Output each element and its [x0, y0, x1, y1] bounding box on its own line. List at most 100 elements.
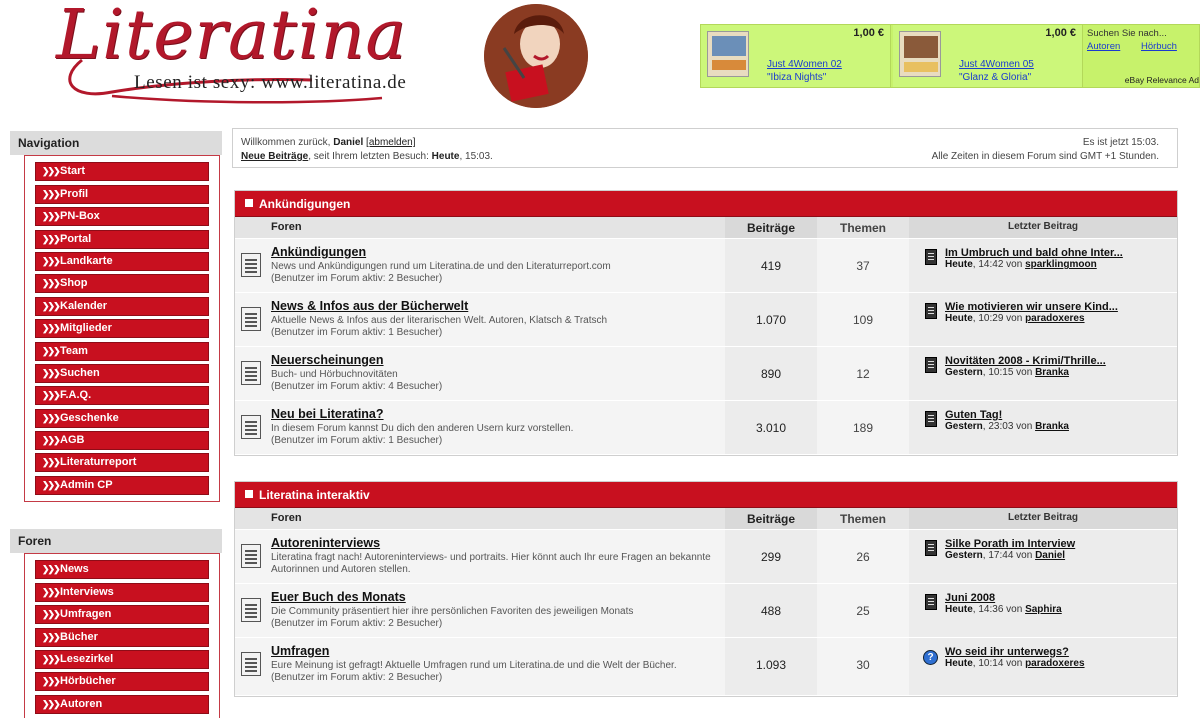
last-post-user-link[interactable]: paradoxeres — [1025, 658, 1084, 669]
chevron-right-icon: ❯❯❯ — [42, 211, 61, 222]
welcome-line: Willkommen zurück, Daniel [abmelden] — [241, 137, 416, 148]
forum-posts-count: 1.093 — [725, 638, 817, 695]
forum-title-link[interactable]: Neu bei Literatina? — [271, 407, 725, 421]
forum-title-link[interactable]: Euer Buch des Monats — [271, 590, 725, 604]
ad-title-link[interactable]: Just 4Women 02 — [767, 59, 842, 70]
last-post-user-link[interactable]: Branka — [1035, 421, 1069, 432]
chevron-right-icon: ❯❯❯ — [42, 255, 61, 266]
forum-threads-count: 26 — [817, 530, 909, 583]
last-post-link[interactable]: Novitäten 2008 - Krimi/Thrille... — [945, 355, 1177, 367]
foren-item-buecher[interactable]: ❯❯❯Bücher — [35, 627, 209, 647]
nav-item-literaturreport[interactable]: ❯❯❯Literaturreport — [35, 453, 209, 473]
col-last-post: Letzter Beitrag — [909, 217, 1177, 238]
nav-item-team[interactable]: ❯❯❯Team — [35, 341, 209, 361]
last-post-user-link[interactable]: sparklingmoon — [1025, 259, 1097, 270]
nav-item-mitglieder[interactable]: ❯❯❯Mitglieder — [35, 319, 209, 339]
col-posts: Beiträge — [725, 508, 817, 529]
ad-item[interactable]: 1,00 € Just 4Women 05 "Glanz & Gloria" — [893, 25, 1083, 87]
last-post-user-link[interactable]: Daniel — [1035, 550, 1065, 561]
foren-item-umfragen[interactable]: ❯❯❯Umfragen — [35, 605, 209, 625]
last-post-link[interactable]: Im Umbruch und bald ohne Inter... — [945, 247, 1177, 259]
nav-item-pn-box[interactable]: ❯❯❯PN-Box — [35, 207, 209, 227]
collapse-icon[interactable] — [245, 199, 253, 207]
column-headers: Foren Beiträge Themen Letzter Beitrag — [235, 508, 1177, 530]
nav-item-admin-cp[interactable]: ❯❯❯Admin CP — [35, 475, 209, 495]
last-post-user-link[interactable]: Branka — [1035, 367, 1069, 378]
nav-item-label: Portal — [60, 232, 92, 245]
nav-item-faq[interactable]: ❯❯❯F.A.Q. — [35, 386, 209, 406]
forum-threads-count: 12 — [817, 347, 909, 400]
forum-section-ankuendigungen: Ankündigungen Foren Beiträge Themen Letz… — [234, 190, 1178, 456]
ad-title-link[interactable]: Just 4Women 05 — [959, 59, 1034, 70]
nav-item-label: F.A.Q. — [60, 389, 92, 402]
nav-item-portal[interactable]: ❯❯❯Portal — [35, 229, 209, 249]
nav-item-shop[interactable]: ❯❯❯Shop — [35, 274, 209, 294]
current-time: Es ist jetzt 15:03. — [1082, 137, 1159, 148]
nav-item-label: Literaturreport — [60, 456, 137, 469]
forum-status-icon — [241, 415, 261, 439]
foren-item-hoerbuecher[interactable]: ❯❯❯Hörbücher — [35, 672, 209, 692]
ad-search-link-hoerbuch[interactable]: Hörbuch — [1141, 41, 1177, 52]
last-post-meta: Heute, 10:14 von paradoxeres — [945, 658, 1085, 669]
header: Literatina Lesen ist sexy: www.literatin… — [0, 0, 1200, 110]
forum-visitors: (Benutzer im Forum aktiv: 1 Besucher) — [271, 435, 443, 446]
nav-item-label: Kalender — [60, 299, 108, 312]
last-post-link[interactable]: Silke Porath im Interview — [945, 538, 1177, 550]
nav-item-label: Team — [60, 344, 88, 357]
forum-title-link[interactable]: Neuerscheinungen — [271, 353, 725, 367]
section-header[interactable]: Ankündigungen — [235, 191, 1177, 217]
col-forum: Foren — [235, 217, 725, 238]
last-post-link[interactable]: Guten Tag! — [945, 409, 1177, 421]
nav-item-start[interactable]: ❯❯❯Start — [35, 162, 209, 182]
nav-item-suchen[interactable]: ❯❯❯Suchen — [35, 363, 209, 383]
section-header[interactable]: Literatina interaktiv — [235, 482, 1177, 508]
nav-item-label: Suchen — [60, 366, 100, 379]
forum-title-link[interactable]: News & Infos aus der Bücherwelt — [271, 299, 725, 313]
new-posts-line: Neue Beiträge, seit Ihrem letzten Besuch… — [241, 151, 493, 162]
forum-visitors: (Benutzer im Forum aktiv: 1 Besucher) — [271, 327, 443, 338]
section-title: Ankündigungen — [259, 197, 351, 211]
last-post-link[interactable]: Wie motivieren wir unsere Kind... — [945, 301, 1177, 313]
nav-item-landkarte[interactable]: ❯❯❯Landkarte — [35, 251, 209, 271]
ad-thumbnail[interactable] — [899, 31, 941, 77]
foren-item-lesezirkel[interactable]: ❯❯❯Lesezirkel — [35, 649, 209, 669]
last-post-user-link[interactable]: paradoxeres — [1025, 313, 1084, 324]
ad-subtitle[interactable]: "Glanz & Gloria" — [959, 72, 1031, 83]
ad-price: 1,00 € — [1045, 27, 1076, 39]
forum-threads-count: 30 — [817, 638, 909, 695]
forum-status-icon — [241, 544, 261, 568]
chevron-right-icon: ❯❯❯ — [42, 676, 61, 687]
col-threads: Themen — [817, 508, 909, 529]
ad-item[interactable]: 1,00 € Just 4Women 02 "Ibiza Nights" — [701, 25, 891, 87]
forum-title-link[interactable]: Autoreninterviews — [271, 536, 725, 550]
forum-description: News und Ankündigungen rund um Literatin… — [271, 261, 611, 272]
nav-item-geschenke[interactable]: ❯❯❯Geschenke — [35, 408, 209, 428]
last-post-link[interactable]: Wo seid ihr unterwegs? — [945, 646, 1177, 658]
site-logo[interactable]: Literatina Lesen ist sexy: www.literatin… — [52, 0, 588, 108]
nav-item-agb[interactable]: ❯❯❯AGB — [35, 431, 209, 451]
last-post-user-link[interactable]: Saphira — [1025, 604, 1062, 615]
nav-item-label: Start — [60, 165, 86, 178]
forum-visitors: (Benutzer im Forum aktiv: 4 Besucher) — [271, 381, 443, 392]
navigation-heading: Navigation — [10, 131, 222, 155]
logout-link[interactable]: [abmelden] — [366, 137, 415, 148]
last-post-link[interactable]: Juni 2008 — [945, 592, 1177, 604]
ad-price: 1,00 € — [853, 27, 884, 39]
foren-item-autoren[interactable]: ❯❯❯Autoren — [35, 694, 209, 714]
ad-search-link-autoren[interactable]: Autoren — [1087, 41, 1120, 52]
poll-icon: ? — [923, 650, 938, 665]
new-posts-link[interactable]: Neue Beiträge — [241, 151, 308, 162]
foren-item-news[interactable]: ❯❯❯News — [35, 560, 209, 580]
nav-item-label: PN-Box — [60, 210, 100, 223]
post-icon — [925, 411, 937, 427]
foren-item-interviews[interactable]: ❯❯❯Interviews — [35, 582, 209, 602]
ad-subtitle[interactable]: "Ibiza Nights" — [767, 72, 826, 83]
forum-title-link[interactable]: Ankündigungen — [271, 245, 725, 259]
nav-item-kalender[interactable]: ❯❯❯Kalender — [35, 296, 209, 316]
collapse-icon[interactable] — [245, 490, 253, 498]
nav-item-profil[interactable]: ❯❯❯Profil — [35, 184, 209, 204]
chevron-right-icon: ❯❯❯ — [42, 166, 61, 177]
ad-thumbnail[interactable] — [707, 31, 749, 77]
forum-title-link[interactable]: Umfragen — [271, 644, 725, 658]
forum-posts-count: 3.010 — [725, 401, 817, 454]
